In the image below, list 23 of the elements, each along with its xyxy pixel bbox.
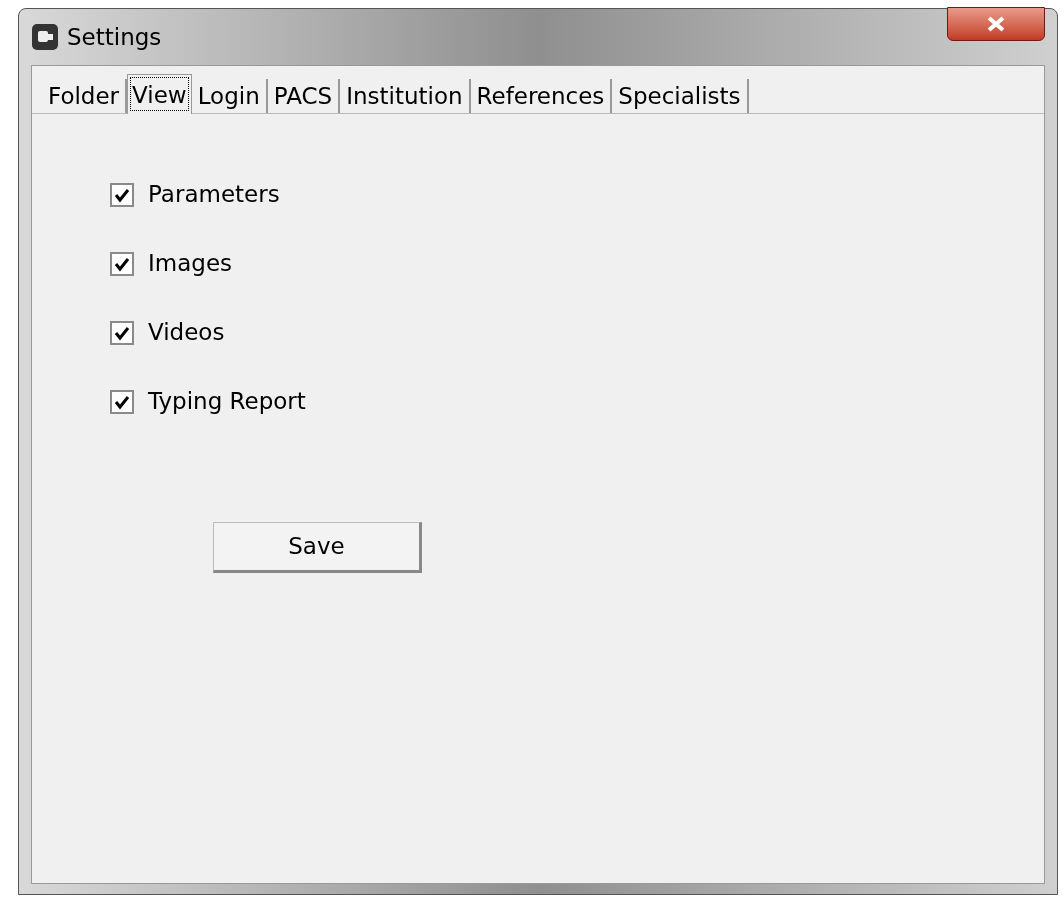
checkbox[interactable] [110, 182, 134, 207]
tab[interactable]: References [470, 79, 613, 113]
checkbox-label: Typing Report [148, 387, 306, 417]
app-icon [31, 23, 59, 51]
checkbox[interactable] [110, 251, 134, 276]
check-icon [114, 324, 130, 341]
tab[interactable]: Specialists [612, 79, 749, 113]
tab[interactable]: PACS [267, 79, 341, 113]
check-icon [114, 186, 130, 203]
checkbox[interactable] [110, 389, 134, 414]
checkbox-label: Parameters [148, 180, 280, 210]
tab[interactable]: Institution [340, 79, 471, 113]
checkbox[interactable] [110, 320, 134, 345]
checkbox-label: Videos [148, 318, 225, 348]
close-button[interactable] [947, 7, 1045, 41]
save-button[interactable]: Save [213, 522, 422, 573]
tab[interactable]: Login [191, 79, 268, 113]
window-title: Settings [67, 22, 162, 52]
check-icon [114, 255, 130, 272]
checkbox-label: Images [148, 249, 232, 279]
check-icon [114, 393, 130, 410]
close-icon [986, 16, 1006, 32]
tab[interactable]: View [127, 74, 192, 114]
